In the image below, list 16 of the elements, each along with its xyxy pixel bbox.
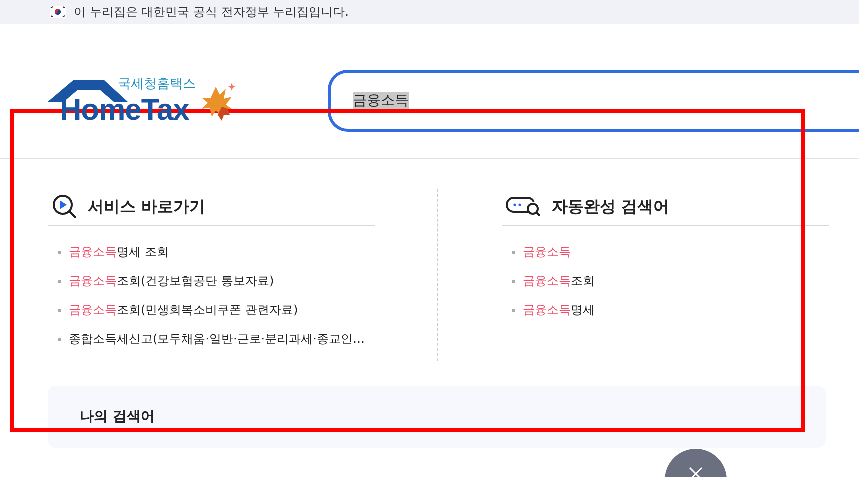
play-search-icon [52,194,78,220]
close-icon [689,467,703,477]
search-field[interactable]: 금융소득 [328,70,859,132]
card-title: 나의 검색어 [80,408,155,426]
service-link[interactable]: 종합소득세신고(모두채움·일반·근로·분리과세·종교인… [48,325,375,354]
section-title: 자동완성 검색어 [552,196,670,218]
chat-search-icon [506,196,542,218]
service-link[interactable]: 금융소득명세 조회 [48,238,375,267]
service-link[interactable]: 금융소득조회(건강보험공단 통보자료) [48,267,375,296]
flag-icon [50,6,66,18]
suggestion-link[interactable]: 금융소득조회 [502,267,829,296]
suggestion-link[interactable]: 금융소득 [502,238,829,267]
section-title: 서비스 바로가기 [88,196,206,218]
service-link[interactable]: 금융소득조회(민생회복소비쿠폰 관련자료) [48,296,375,325]
banner-text: 이 누리집은 대한민국 공식 전자정부 누리집입니다. [74,4,349,20]
suggestion-link[interactable]: 금융소득명세 [502,296,829,325]
